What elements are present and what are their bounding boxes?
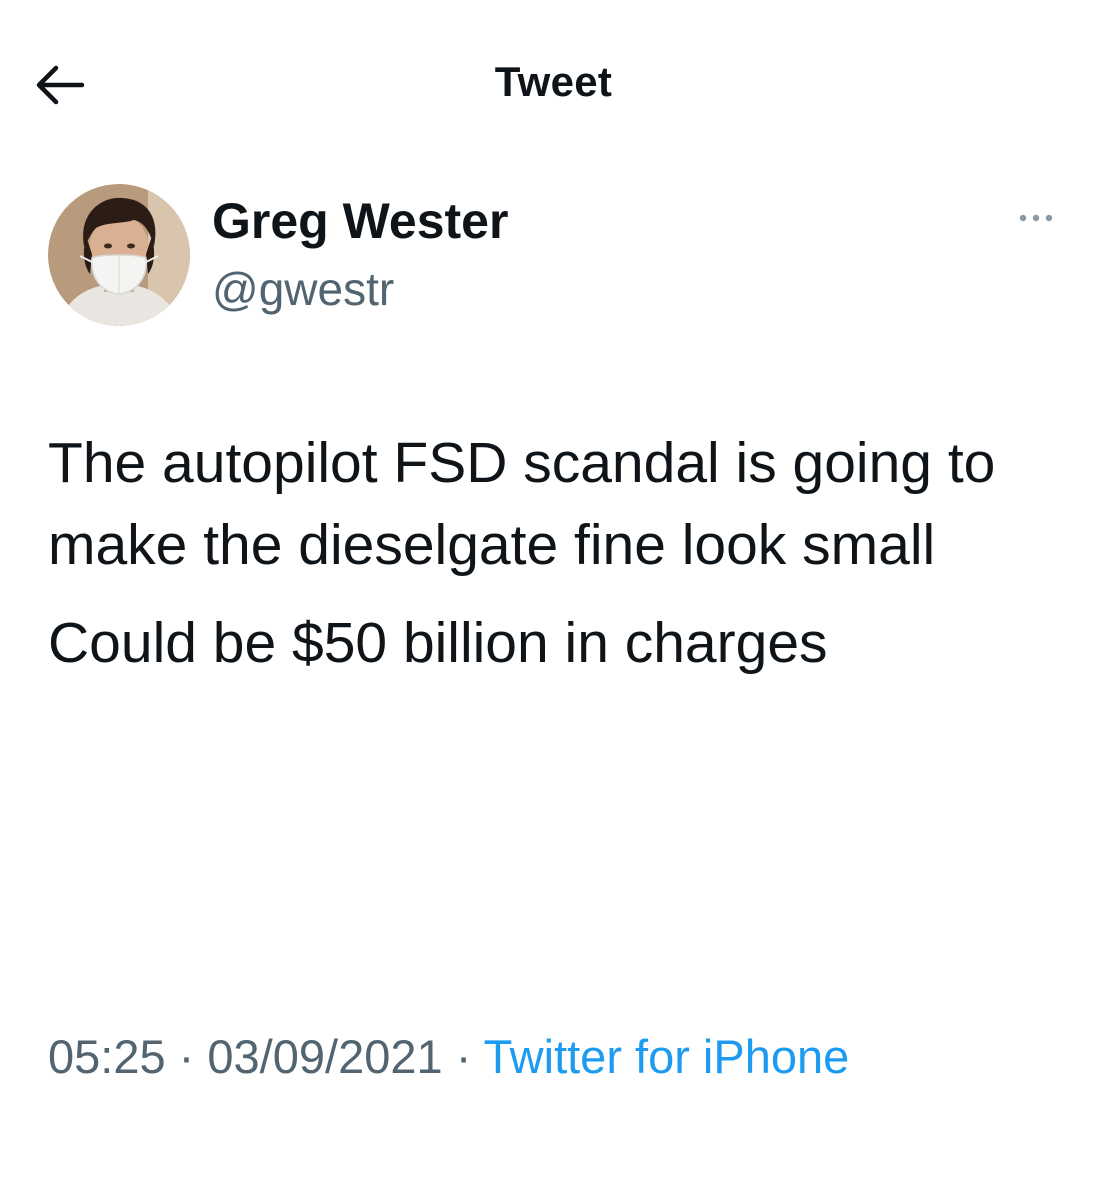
meta-separator: ·: [165, 1030, 208, 1083]
tweet-date[interactable]: 03/09/2021: [207, 1030, 442, 1083]
more-options-icon: [1019, 214, 1053, 222]
more-options-button[interactable]: [1006, 198, 1066, 238]
tweet-source-link[interactable]: Twitter for iPhone: [484, 1030, 850, 1083]
author-name[interactable]: Greg Wester: [212, 192, 508, 250]
avatar[interactable]: [48, 184, 190, 326]
tweet-body: The autopilot FSD scandal is going to ma…: [48, 422, 1068, 684]
meta-separator: ·: [442, 1030, 484, 1083]
tweet-paragraph: The autopilot FSD scandal is going to ma…: [48, 431, 996, 577]
top-bar: Tweet: [0, 0, 1107, 170]
tweet-paragraph: Could be $50 billion in charges: [48, 611, 828, 675]
page-title: Tweet: [494, 58, 613, 105]
tweet-meta: 05:25 · 03/09/2021 · Twitter for iPhone: [48, 1024, 1008, 1090]
avatar-image: [48, 184, 190, 326]
tweet-time[interactable]: 05:25: [48, 1030, 166, 1083]
author-handle[interactable]: @gwestr: [212, 262, 394, 316]
